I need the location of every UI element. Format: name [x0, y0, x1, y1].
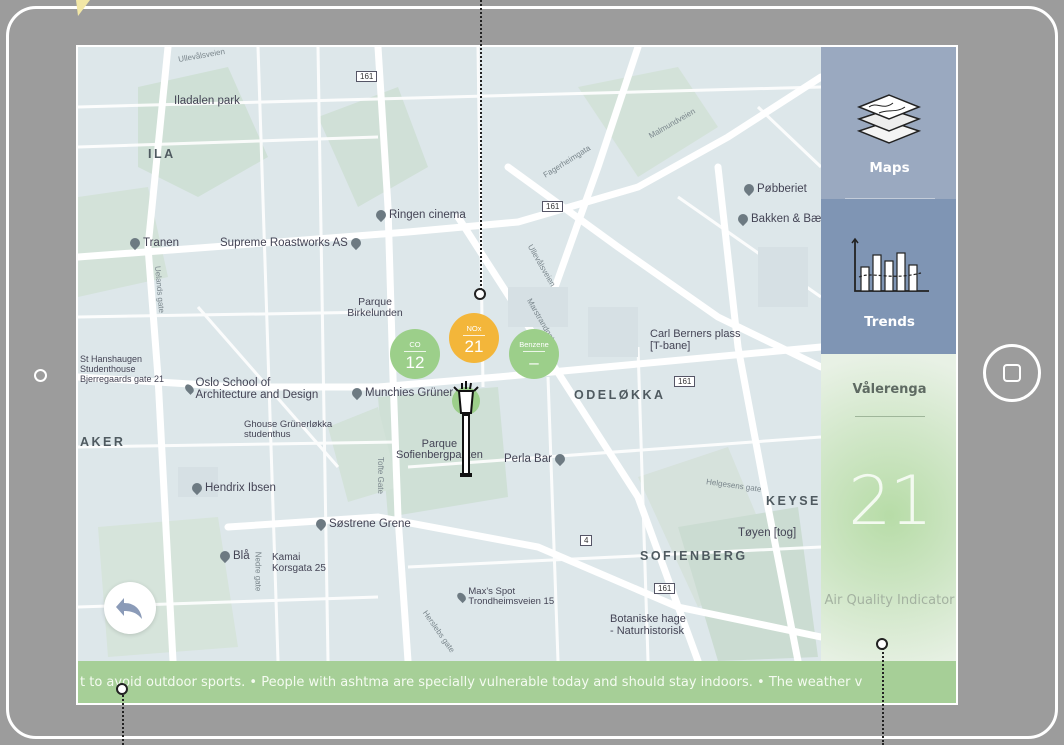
map-pin-icon — [127, 235, 143, 251]
layers-icon — [856, 94, 922, 144]
neighborhood-name: Vålerenga — [852, 382, 927, 397]
street-label: Nedre gate — [253, 551, 263, 592]
air-quality-panel: Vålerenga 21 Air Quality Indicator — [821, 354, 956, 703]
map-place[interactable]: Max's Spot Trondheimsveien 15 — [455, 586, 568, 607]
map-place[interactable]: Tranen — [127, 235, 180, 251]
map-place[interactable]: Munchies Grüner — [349, 385, 454, 401]
annotation-dot — [116, 683, 128, 695]
map-place[interactable]: Pøbberiet — [741, 181, 807, 197]
map-pin-icon — [348, 235, 363, 251]
advice-ticker: t to avoid outdoor sports. • People with… — [78, 661, 956, 703]
map-pin-icon — [373, 207, 389, 223]
map-pin-icon — [183, 383, 196, 395]
corner-arrow-icon — [76, 0, 90, 16]
app-screen: ODELØKKA SOFIENBERG KEYSE AKER ILA Ilada… — [76, 45, 958, 705]
map-place-label: Parque Birkelunden — [347, 296, 403, 319]
sidebar: Maps Trends Vålerenga 21 Air Quality Ind… — [821, 47, 956, 703]
map-place-label: Iladalen park — [174, 95, 240, 107]
map-place-label: Kamai Korsgata 25 — [272, 552, 326, 574]
map-pin-icon — [552, 451, 568, 467]
road-number-badge: 4 — [580, 535, 593, 546]
advice-ticker-text: t to avoid outdoor sports. • People with… — [80, 675, 863, 690]
camera-dot — [34, 369, 47, 382]
map-place[interactable]: Oslo School of Architecture and Design — [183, 377, 326, 401]
map-place-label: Perla Bar — [504, 453, 552, 465]
map-place-label: St Hanshaugen Studenthouse Bjerregaards … — [80, 354, 165, 384]
map-place-label: Bakken & Bæ — [751, 213, 822, 225]
annotation-line — [882, 645, 884, 745]
road-number-badge: 161 — [356, 71, 378, 82]
map-pin-icon — [189, 480, 205, 496]
nav-maps-button[interactable]: Maps — [821, 47, 956, 199]
map-place-label: Max's Spot Trondheimsveien 15 — [468, 586, 555, 607]
sensor-label: Benzene — [519, 340, 549, 349]
map-place[interactable]: Blå — [217, 548, 250, 564]
map-pin-icon — [349, 385, 365, 401]
map-place-label: Ghouse Grünerløkka studenthus — [244, 419, 333, 440]
nav-trends-label: Trends — [864, 314, 915, 330]
district-label: KEYSE — [766, 494, 821, 508]
sensor-value: 12 — [405, 353, 425, 372]
map-pin-icon — [741, 181, 757, 197]
map-place-label: Søstrene Grene — [329, 518, 411, 530]
home-button[interactable] — [983, 344, 1041, 402]
map-place[interactable]: Bakken & Bæ — [735, 211, 822, 227]
map-place[interactable]: Ringen cinema — [373, 207, 466, 223]
map-pin-icon — [735, 211, 751, 227]
aqi-value: 21 — [848, 462, 933, 541]
annotation-dot — [474, 288, 486, 300]
sensor-value: – — [529, 353, 539, 372]
road-number-badge: 161 — [542, 201, 564, 212]
map-place-label: Tøyen [tog] — [738, 527, 797, 539]
road-number-badge: 161 — [674, 376, 696, 387]
sensor-value: 21 — [464, 337, 484, 356]
home-square-icon — [1003, 364, 1021, 382]
sensor-bubble-nox[interactable]: NOx 21 — [449, 313, 499, 363]
sensor-bubble-benzene[interactable]: Benzene – — [509, 329, 559, 379]
map-pin-icon — [217, 548, 233, 564]
sensor-bubble-co[interactable]: CO 12 — [390, 329, 440, 379]
district-label: AKER — [80, 435, 126, 449]
map-place-label: Blå — [233, 550, 250, 562]
map-place-label: Botaniske hage - Naturhistorisk — [610, 613, 686, 637]
district-label: ILA — [148, 147, 176, 161]
district-label: ODELØKKA — [574, 388, 666, 402]
map-place-label: Munchies Grüner — [365, 387, 454, 399]
map-place-label: Hendrix Ibsen — [205, 482, 276, 494]
chart-icon — [851, 237, 929, 292]
user-location-marker-icon — [452, 381, 480, 477]
sensor-label: CO — [409, 340, 421, 349]
sensor-label: NOx — [466, 324, 482, 333]
district-label: SOFIENBERG — [640, 549, 748, 563]
map-place-label: Oslo School of Architecture and Design — [195, 377, 319, 401]
map-place[interactable]: Søstrene Grene — [313, 516, 411, 532]
map-pin-icon — [313, 516, 329, 532]
map-place-label: Carl Berners plass [T-bane] — [650, 328, 741, 352]
map-place-label: Pøbberiet — [757, 183, 807, 195]
annotation-line — [122, 690, 124, 745]
annotation-dot — [876, 638, 888, 650]
nav-maps-label: Maps — [869, 160, 910, 176]
back-button[interactable] — [104, 582, 156, 634]
nav-trends-button[interactable]: Trends — [821, 199, 956, 354]
annotation-line — [480, 0, 482, 290]
aq-divider — [855, 416, 925, 417]
street-label: Tofte Gate — [375, 457, 385, 494]
aqi-caption: Air Quality Indicator — [824, 593, 955, 608]
map-place-label: Supreme Roastworks AS — [220, 237, 348, 249]
map-place[interactable]: Hendrix Ibsen — [189, 480, 276, 496]
map-place[interactable]: Supreme Roastworks AS — [220, 235, 363, 251]
map-place-label: Ringen cinema — [389, 209, 466, 221]
map-pin-icon — [455, 590, 468, 604]
back-arrow-icon — [116, 598, 142, 619]
road-number-badge: 161 — [654, 583, 676, 594]
map-place-label: Tranen — [143, 237, 180, 249]
map-place[interactable]: Perla Bar — [504, 451, 568, 467]
